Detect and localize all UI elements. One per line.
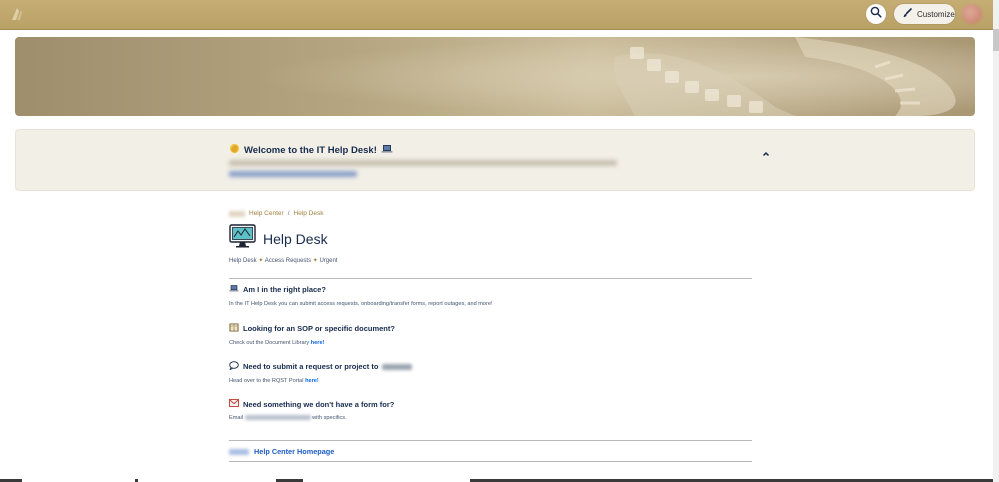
section-body: Head over to the RQST Portal here!	[229, 378, 319, 384]
welcome-title: Welcome to the IT Help Desk!	[229, 143, 393, 157]
help-center-homepage-link[interactable]: Help Center Homepage	[229, 447, 334, 456]
breadcrumb: Help Center / Help Desk	[229, 210, 323, 217]
faq-section-no-form: Need something we don't have a form for?…	[229, 399, 394, 421]
breadcrumb-help-desk[interactable]: Help Desk	[294, 210, 324, 217]
section-body: Email with specifics.	[229, 415, 347, 421]
section-body: Check out the Document Library here!	[229, 340, 325, 346]
redacted-org-name	[382, 363, 413, 370]
page-title-row: Help Desk	[229, 224, 328, 253]
faq-section-request: Need to submit a request or project to H…	[229, 361, 413, 384]
customize-button[interactable]: Customize	[894, 4, 955, 24]
section-heading: Am I in the right place?	[229, 284, 493, 295]
section-heading: Need something we don't have a form for?	[229, 399, 394, 409]
book-icon	[229, 323, 239, 334]
paintbrush-icon	[894, 8, 917, 20]
breadcrumb-root-redacted[interactable]	[229, 211, 245, 217]
page-title: Help Desk	[263, 230, 328, 247]
document-library-link[interactable]: here!	[311, 340, 325, 346]
divider	[229, 278, 752, 279]
redacted-org-name	[229, 448, 249, 455]
site-logo[interactable]	[8, 5, 26, 23]
request-type-tags: Help Desk ✦ Access Requests ✦ Urgent	[229, 257, 337, 264]
waving-hand-icon	[229, 143, 240, 157]
tag-separator: ✦	[312, 258, 318, 264]
computer-monitor-icon	[229, 224, 256, 253]
search-button[interactable]	[866, 4, 886, 24]
tag-separator: ✦	[258, 258, 264, 264]
laptop-icon	[381, 144, 393, 157]
envelope-icon	[229, 399, 239, 409]
breadcrumb-separator: /	[287, 210, 290, 217]
tag-urgent: Urgent	[319, 258, 338, 264]
section-heading: Looking for an SOP or specific document?	[229, 323, 395, 334]
speech-bubble-icon	[229, 361, 239, 372]
tag-help-desk: Help Desk	[229, 258, 257, 264]
customize-label: Customize	[917, 9, 955, 19]
faq-section-sop: Looking for an SOP or specific document?…	[229, 323, 395, 346]
header-banner-image	[15, 37, 975, 116]
search-icon	[870, 5, 882, 23]
page-scrollbar[interactable]	[993, 0, 999, 482]
welcome-body-redacted	[229, 160, 617, 166]
section-body: In the IT Help Desk you can submit acces…	[229, 301, 493, 307]
collapse-chevron-up-icon[interactable]	[762, 145, 770, 163]
user-avatar[interactable]	[962, 4, 982, 24]
divider	[229, 440, 752, 441]
breadcrumb-help-center[interactable]: Help Center	[249, 210, 284, 217]
faq-section-right-place: Am I in the right place? In the IT Help …	[229, 284, 493, 307]
laptop-icon	[229, 284, 239, 295]
welcome-panel: Welcome to the IT Help Desk!	[15, 129, 975, 191]
rqst-portal-link[interactable]: here!	[305, 378, 319, 384]
scrollbar-thumb[interactable]	[993, 29, 999, 51]
divider	[229, 461, 752, 462]
welcome-link-redacted[interactable]	[229, 171, 357, 177]
section-heading: Need to submit a request or project to	[229, 361, 413, 372]
redacted-email-address[interactable]	[244, 415, 311, 421]
tag-access-requests: Access Requests	[264, 258, 312, 264]
top-navigation-bar: Customize	[0, 0, 993, 30]
